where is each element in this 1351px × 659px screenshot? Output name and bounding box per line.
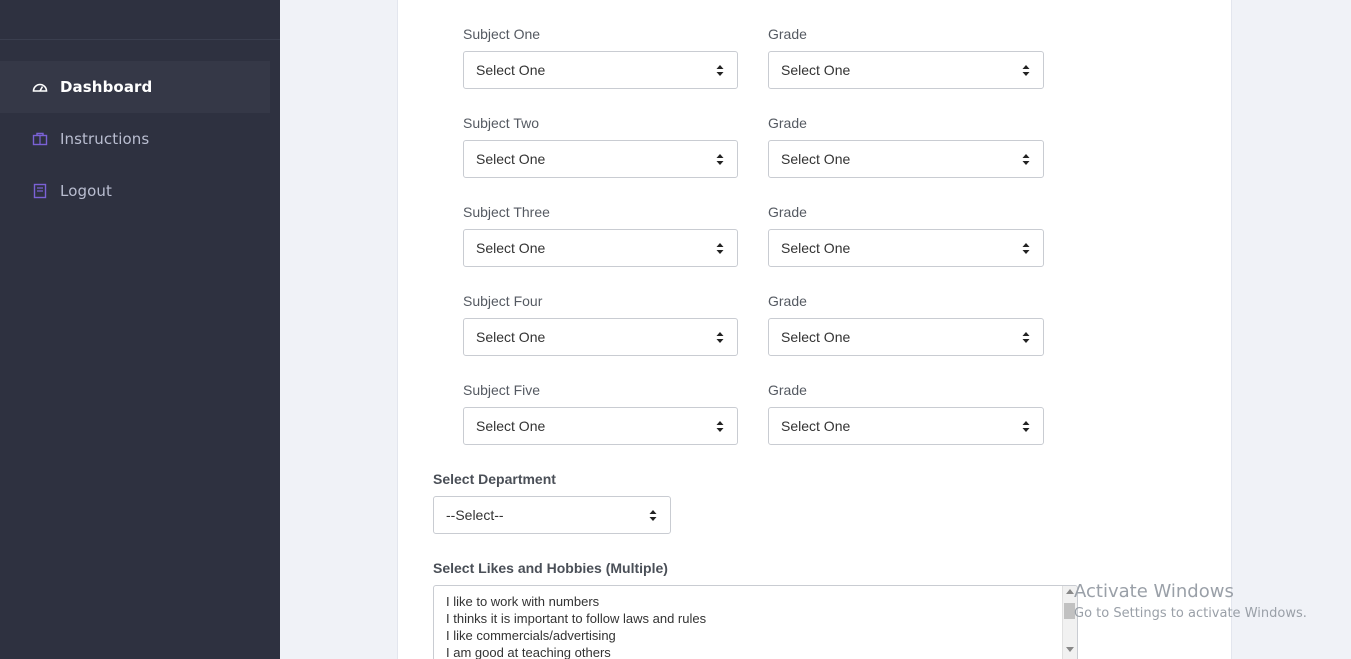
select-value: Select One xyxy=(781,62,851,78)
select-value: Select One xyxy=(476,329,546,345)
select-value: Select One xyxy=(476,240,546,256)
select-arrows-icon xyxy=(716,421,724,432)
grade-two-select[interactable]: Select One xyxy=(768,140,1044,178)
sidebar: Dashboard Instructions Logout xyxy=(0,0,280,659)
grade-one-select[interactable]: Select One xyxy=(768,51,1044,89)
scroll-down-arrow-icon[interactable] xyxy=(1066,647,1074,652)
select-value: Select One xyxy=(476,62,546,78)
sidebar-item-dashboard[interactable]: Dashboard xyxy=(0,61,270,113)
subject-four-select[interactable]: Select One xyxy=(463,318,738,356)
subject-one-select[interactable]: Select One xyxy=(463,51,738,89)
subject-one-label: Subject One xyxy=(463,26,541,42)
sidebar-item-label: Dashboard xyxy=(60,78,153,96)
subject-four-label: Subject Four xyxy=(463,293,543,309)
subject-three-label: Subject Three xyxy=(463,204,550,220)
grade-three-label: Grade xyxy=(768,204,807,220)
subject-five-label: Subject Five xyxy=(463,382,541,398)
select-arrows-icon xyxy=(1022,332,1030,343)
grade-five-label: Grade xyxy=(768,382,807,398)
select-arrows-icon xyxy=(649,510,657,521)
sidebar-header xyxy=(0,0,280,40)
scroll-up-arrow-icon[interactable] xyxy=(1066,589,1074,594)
listbox-scrollbar[interactable] xyxy=(1062,586,1077,659)
select-arrows-icon xyxy=(716,154,724,165)
hobby-option[interactable]: I like to work with numbers xyxy=(434,593,1077,610)
select-value: Select One xyxy=(781,329,851,345)
select-value: Select One xyxy=(476,151,546,167)
select-value: Select One xyxy=(781,151,851,167)
grade-three-select[interactable]: Select One xyxy=(768,229,1044,267)
grade-five-select[interactable]: Select One xyxy=(768,407,1044,445)
grade-four-label: Grade xyxy=(768,293,807,309)
select-value: Select One xyxy=(476,418,546,434)
subject-two-label: Subject Two xyxy=(463,115,540,131)
select-value: Select One xyxy=(781,240,851,256)
subject-two-select[interactable]: Select One xyxy=(463,140,738,178)
grade-two-label: Grade xyxy=(768,115,807,131)
sidebar-item-logout[interactable]: Logout xyxy=(0,165,270,217)
select-arrows-icon xyxy=(1022,65,1030,76)
box-icon xyxy=(31,130,49,148)
sidebar-item-label: Instructions xyxy=(60,130,150,148)
book-icon xyxy=(31,182,49,200)
department-label: Select Department xyxy=(433,471,556,487)
grade-four-select[interactable]: Select One xyxy=(768,318,1044,356)
hobbies-label: Select Likes and Hobbies (Multiple) xyxy=(433,560,668,576)
select-arrows-icon xyxy=(1022,243,1030,254)
dashboard-gauge-icon xyxy=(31,78,49,96)
sidebar-item-instructions[interactable]: Instructions xyxy=(0,113,270,165)
hobby-option[interactable]: I am good at teaching others xyxy=(434,644,1077,659)
select-arrows-icon xyxy=(1022,154,1030,165)
sidebar-item-label: Logout xyxy=(60,182,112,200)
select-value: Select One xyxy=(781,418,851,434)
hobby-option[interactable]: I like commercials/advertising xyxy=(434,627,1077,644)
select-value: --Select-- xyxy=(446,507,504,523)
department-select[interactable]: --Select-- xyxy=(433,496,671,534)
select-arrows-icon xyxy=(1022,421,1030,432)
subject-five-select[interactable]: Select One xyxy=(463,407,738,445)
subject-three-select[interactable]: Select One xyxy=(463,229,738,267)
hobby-option[interactable]: I thinks it is important to follow laws … xyxy=(434,610,1077,627)
select-arrows-icon xyxy=(716,243,724,254)
select-arrows-icon xyxy=(716,332,724,343)
select-arrows-icon xyxy=(716,65,724,76)
scroll-thumb[interactable] xyxy=(1064,603,1075,619)
hobbies-multiselect[interactable]: I like to work with numbers I thinks it … xyxy=(433,585,1078,659)
grade-one-label: Grade xyxy=(768,26,807,42)
